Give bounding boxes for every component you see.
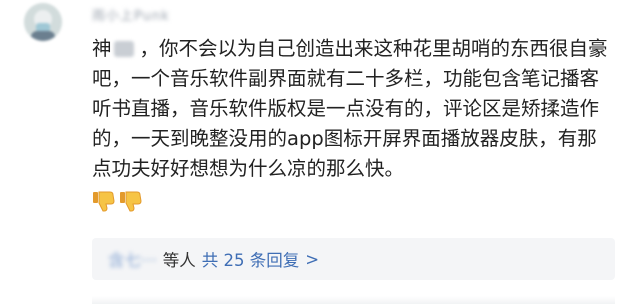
view-replies-link[interactable]: 共 25 条回复 xyxy=(202,247,300,271)
chevron-right-icon[interactable]: > xyxy=(305,250,319,269)
thumbs-down-icon xyxy=(93,191,115,212)
comment-author-name[interactable]: 雨小上Punk xyxy=(92,5,170,24)
comment-text: 神，你不会以为自己创造出来这种花里胡哨的东西很自豪吧，一个音乐软件副界面就有二十… xyxy=(92,34,612,184)
first-replier-name[interactable]: 含七··· xyxy=(108,247,157,271)
comment-emojis xyxy=(92,190,143,212)
redacted-name xyxy=(113,41,134,57)
next-comment-edge xyxy=(92,296,615,304)
comment-text-prefix: 神 xyxy=(92,37,112,60)
comment-text-body: ，你不会以为自己创造出来这种花里胡哨的东西很自豪吧，一个音乐软件副界面就有二十多… xyxy=(92,37,608,180)
avatar[interactable] xyxy=(24,3,62,41)
replies-others-label: 等人 xyxy=(162,251,196,270)
avatar-icon xyxy=(24,3,62,41)
replies-summary[interactable]: 含七··· 等人 共 25 条回复 > xyxy=(92,238,615,280)
thumbs-down-icon xyxy=(120,191,142,212)
